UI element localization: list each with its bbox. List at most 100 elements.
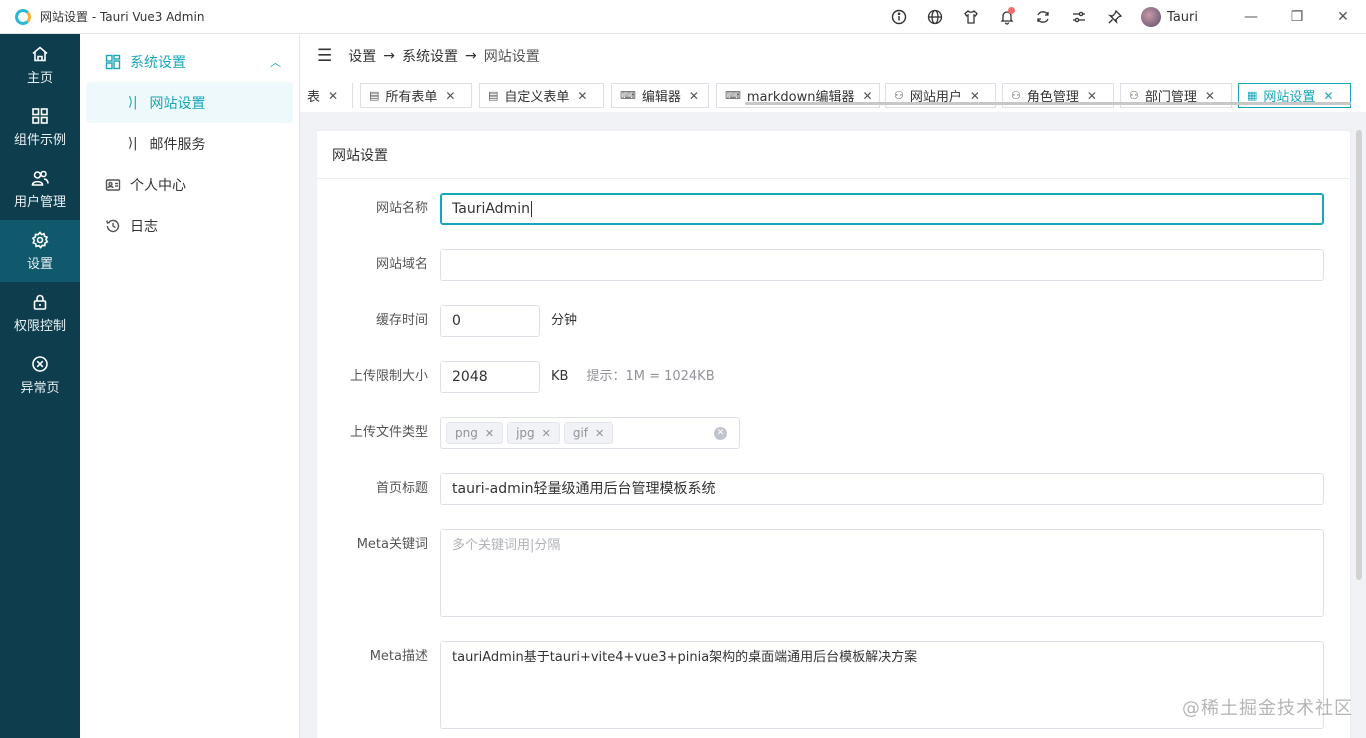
sliders-icon[interactable] <box>1061 0 1097 34</box>
tab-label: 自定义表单 <box>504 90 570 105</box>
main-content: 网站设置 网站名称 TauriAdmin 网站域名 缓存时间 0 分钟 上传限制… <box>300 112 1366 738</box>
remove-tag-icon[interactable]: ✕ <box>542 427 551 440</box>
close-tab-icon[interactable]: ✕ <box>1087 89 1097 103</box>
remove-tag-icon[interactable]: ✕ <box>485 427 494 440</box>
menu-item-log[interactable]: 日志 <box>80 205 299 246</box>
rail-item-users[interactable]: 用户管理 <box>0 158 80 220</box>
secondary-menu: 系统设置 ︿ ⟩| 网站设置 ⟩| 邮件服务 个人中心 日志 <box>80 34 300 738</box>
form-row-home-title: 首页标题 tauri-admin轻量级通用后台管理模板系统 <box>317 473 1352 505</box>
site-name-label: 网站名称 <box>375 201 428 216</box>
title-bar: 网站设置 - Tauri Vue3 Admin Tauri — ❐ ✕ <box>0 0 1366 34</box>
page-scrollbar[interactable] <box>1356 130 1362 580</box>
chevron-up-icon: ︿ <box>270 55 281 69</box>
tab-label: 编辑器 <box>641 90 681 105</box>
tab-scrollbar[interactable] <box>745 102 1351 105</box>
rail-label: 用户管理 <box>13 194 66 210</box>
menu-group-system-settings[interactable]: 系统设置 ︿ <box>80 41 299 82</box>
site-domain-input[interactable] <box>440 249 1324 281</box>
home-title-label: 首页标题 <box>375 481 428 496</box>
close-tab-icon[interactable]: ✕ <box>445 89 455 103</box>
rail-label: 设置 <box>26 256 53 272</box>
notification-dot <box>1008 7 1016 14</box>
avatar <box>1141 7 1162 27</box>
tag-png: png ✕ <box>446 422 504 444</box>
close-tab-icon[interactable]: ✕ <box>862 89 872 103</box>
window-title: 网站设置 - Tauri Vue3 Admin <box>40 10 205 24</box>
close-tab-icon[interactable]: ✕ <box>1323 89 1333 103</box>
meta-keywords-textarea[interactable]: 多个关键词用|分隔 <box>440 529 1324 617</box>
breadcrumb-arrow-icon: → <box>464 48 477 64</box>
form-row-meta-keywords: Meta关键词 多个关键词用|分隔 <box>317 529 1352 617</box>
bell-icon[interactable] <box>989 0 1025 34</box>
site-name-input[interactable]: TauriAdmin <box>440 193 1324 225</box>
layout-icon: ▦ <box>1247 89 1258 102</box>
grid-icon <box>32 107 48 124</box>
meta-desc-label: Meta描述 <box>369 649 428 664</box>
rail-item-errors[interactable]: 异常页 <box>0 344 80 406</box>
home-title-input[interactable]: tauri-admin轻量级通用后台管理模板系统 <box>440 473 1324 505</box>
refresh-icon[interactable] <box>1025 0 1061 34</box>
site-domain-label: 网站域名 <box>375 257 428 272</box>
menu-bullet-icon: ⟩| <box>128 136 138 151</box>
menu-item-mail-service[interactable]: ⟩| 邮件服务 <box>80 123 299 164</box>
info-icon[interactable] <box>881 0 917 34</box>
lock-icon <box>33 294 47 310</box>
breadcrumb-arrow-icon: → <box>383 48 395 64</box>
breadcrumb-item[interactable]: 系统设置 <box>402 46 458 66</box>
menu-collapse-icon[interactable]: ☰ <box>317 46 332 66</box>
error-icon <box>32 355 48 372</box>
form-row-upload-types: 上传文件类型 png ✕ jpg ✕ gif ✕ ✕ <box>317 417 1352 449</box>
skin-icon[interactable] <box>953 0 989 34</box>
tab-label: 表 <box>307 90 321 105</box>
rail-label: 组件示例 <box>13 132 66 148</box>
upload-limit-label: 上传限制大小 <box>349 369 428 384</box>
upload-limit-input[interactable]: 2048 <box>440 361 540 393</box>
breadcrumb: ☰ 设置 → 系统设置 → 网站设置 <box>300 34 1366 78</box>
rail-label: 主页 <box>26 70 53 86</box>
users-icon <box>31 170 49 186</box>
history-icon <box>106 219 120 232</box>
tab-editor[interactable]: ⌨ 编辑器 ✕ <box>611 83 709 108</box>
remove-tag-icon[interactable]: ✕ <box>595 427 604 440</box>
menu-item-personal-center[interactable]: 个人中心 <box>80 164 299 205</box>
rail-item-permissions[interactable]: 权限控制 <box>0 282 80 344</box>
rail-item-home[interactable]: 主页 <box>0 34 80 96</box>
menu-group-label: 系统设置 <box>130 54 186 71</box>
menu-item-site-settings[interactable]: ⟩| 网站设置 <box>86 82 293 123</box>
close-tab-icon[interactable]: ✕ <box>1205 89 1215 103</box>
cache-time-label: 缓存时间 <box>375 313 428 328</box>
close-tab-icon[interactable]: ✕ <box>970 89 980 103</box>
tab-all-forms[interactable]: ▤ 所有表单 ✕ <box>360 83 472 108</box>
tab-label: 所有表单 <box>385 90 438 105</box>
title-bar-tools: Tauri — ❐ ✕ <box>881 0 1366 34</box>
globe-icon[interactable] <box>917 0 953 34</box>
keyboard-icon: ⌨ <box>725 89 741 102</box>
upload-limit-hint: 提示：1M = 1024KB <box>586 369 715 384</box>
menu-item-label: 日志 <box>130 218 158 235</box>
breadcrumb-current: 网站设置 <box>483 49 540 65</box>
users-icon: ⚇ <box>894 89 904 102</box>
tag-jpg: jpg ✕ <box>507 422 560 444</box>
pin-icon[interactable] <box>1097 0 1133 34</box>
form-icon: ▤ <box>369 89 380 102</box>
rail-item-settings[interactable]: 设置 <box>0 220 80 282</box>
clear-icon[interactable]: ✕ <box>714 427 727 440</box>
user-menu[interactable]: Tauri <box>1141 7 1198 27</box>
breadcrumb-item[interactable]: 设置 <box>348 46 376 66</box>
close-button[interactable]: ✕ <box>1320 0 1366 34</box>
form-row-site-domain: 网站域名 <box>317 249 1352 281</box>
home-icon <box>32 45 48 61</box>
upload-types-select[interactable]: png ✕ jpg ✕ gif ✕ ✕ <box>440 417 740 449</box>
id-card-icon <box>105 178 121 191</box>
cache-time-input[interactable]: 0 <box>440 305 540 337</box>
close-tab-icon[interactable]: ✕ <box>689 89 699 103</box>
maximize-button[interactable]: ❐ <box>1274 0 1320 34</box>
tab-custom-form[interactable]: ▤ 自定义表单 ✕ <box>479 83 604 108</box>
close-tab-icon[interactable]: ✕ <box>328 89 338 103</box>
cache-time-unit: 分钟 <box>551 313 578 328</box>
close-tab-icon[interactable]: ✕ <box>577 89 587 103</box>
rail-item-components[interactable]: 组件示例 <box>0 96 80 158</box>
minimize-button[interactable]: — <box>1228 0 1274 34</box>
tab-table[interactable]: 表 ✕ <box>300 83 353 108</box>
menu-item-label: 邮件服务 <box>149 136 206 153</box>
